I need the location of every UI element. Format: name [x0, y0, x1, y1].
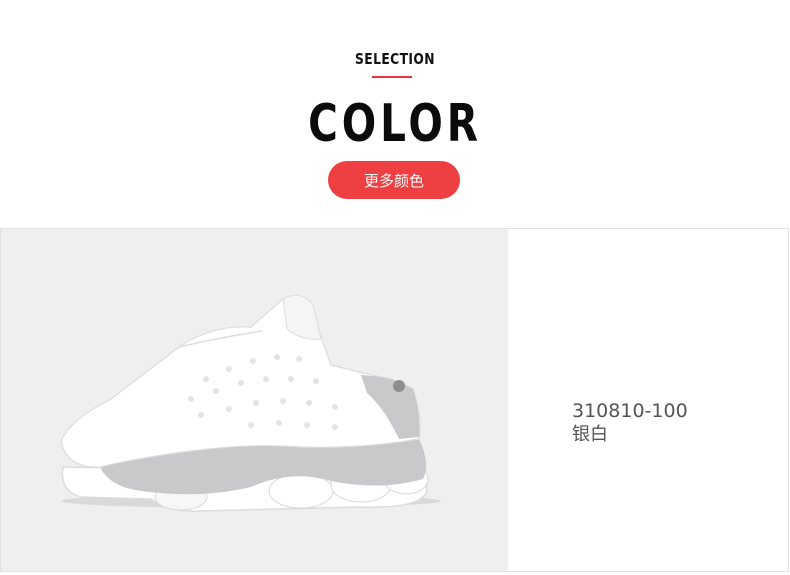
- section-title: COLOR: [308, 94, 482, 154]
- product-photo: [1, 229, 508, 571]
- section-eyebrow: SELECTION: [355, 50, 435, 68]
- product-info: 310810-100 银白: [572, 399, 688, 447]
- product-sku: 310810-100: [572, 400, 688, 422]
- color-option-card[interactable]: 310810-100 银白: [0, 228, 789, 572]
- eyebrow-underline: [372, 76, 412, 78]
- sneaker-image: [60, 294, 441, 512]
- more-colors-button[interactable]: 更多颜色: [328, 161, 460, 199]
- product-color-name: 银白: [572, 424, 608, 445]
- section-header: SELECTION COLOR 更多颜色: [0, 0, 790, 228]
